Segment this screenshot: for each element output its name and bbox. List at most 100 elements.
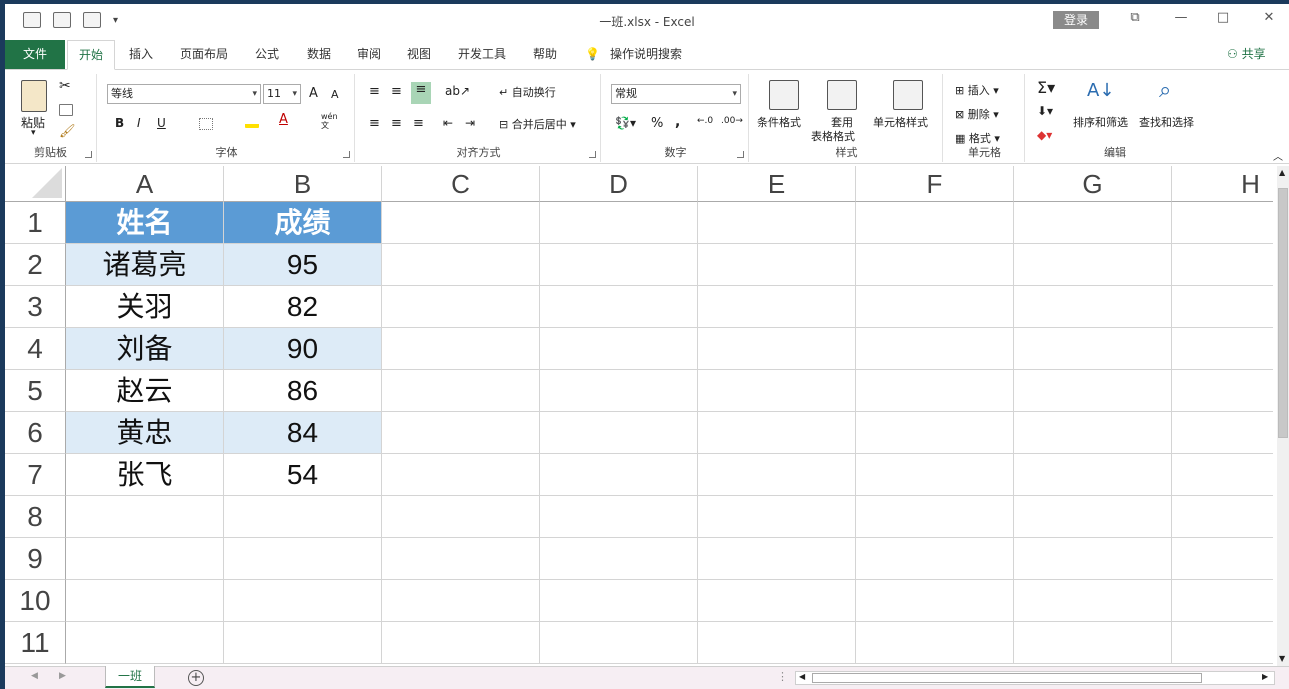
grid-cell[interactable] (856, 328, 1014, 370)
grid-cell[interactable] (1014, 496, 1172, 538)
tab-developer[interactable]: 开发工具 (451, 40, 513, 70)
row-header[interactable]: 1 (5, 202, 66, 244)
grid-cell[interactable] (698, 538, 856, 580)
paste-dropdown-icon[interactable]: ▾ (31, 128, 36, 138)
grid-cell[interactable] (66, 580, 224, 622)
scroll-right-icon[interactable]: ▶ (1262, 672, 1268, 681)
sheet-tab-active[interactable]: 一班 (105, 666, 155, 688)
table-header-cell[interactable]: 姓名 (66, 202, 224, 244)
copy-icon[interactable] (59, 104, 73, 116)
grid-cell[interactable] (540, 538, 698, 580)
grid-cell[interactable] (540, 412, 698, 454)
tab-home[interactable]: 开始 (67, 40, 115, 70)
conditional-format-icon[interactable] (769, 80, 799, 110)
grid-cell[interactable] (1014, 454, 1172, 496)
align-bottom-icon[interactable]: ≡ (411, 82, 431, 104)
grid-cell[interactable] (1172, 412, 1273, 454)
grid-cell[interactable] (382, 370, 540, 412)
grid-cell[interactable] (66, 496, 224, 538)
grid-cell[interactable] (382, 412, 540, 454)
grid-cell[interactable] (540, 286, 698, 328)
grid-cell[interactable] (224, 580, 382, 622)
grid-cell[interactable] (540, 244, 698, 286)
row-header[interactable]: 10 (5, 580, 66, 622)
decrease-decimal-icon[interactable]: .00→ (721, 116, 743, 126)
grid-cell[interactable] (856, 202, 1014, 244)
grid-cell[interactable] (1172, 538, 1273, 580)
grid-cell[interactable] (698, 412, 856, 454)
grid-cell[interactable] (1014, 580, 1172, 622)
tab-data[interactable]: 数据 (299, 40, 339, 70)
row-header[interactable]: 7 (5, 454, 66, 496)
number-format-select[interactable]: 常规 ▾ (611, 84, 741, 104)
grid-cell[interactable] (856, 496, 1014, 538)
grid-cell[interactable] (66, 538, 224, 580)
grid-cell[interactable] (382, 538, 540, 580)
grid-cell[interactable] (698, 496, 856, 538)
grid-cell[interactable] (382, 622, 540, 664)
font-grow-icon[interactable]: A (309, 86, 318, 101)
clipboard-launcher-icon[interactable] (85, 151, 92, 158)
grid-cell[interactable] (1172, 454, 1273, 496)
score-cell[interactable]: 82 (224, 286, 382, 328)
cell-styles-label[interactable]: 单元格样式 (873, 114, 928, 130)
column-header-e[interactable]: E (698, 166, 856, 202)
grid-cell[interactable] (382, 328, 540, 370)
number-launcher-icon[interactable] (737, 151, 744, 158)
grid-cell[interactable] (540, 454, 698, 496)
tab-help[interactable]: 帮助 (525, 40, 565, 70)
sort-filter-label[interactable]: 排序和筛选 (1073, 114, 1128, 130)
tab-page-layout[interactable]: 页面布局 (173, 40, 235, 70)
format-painter-icon[interactable]: 🖌 (59, 124, 76, 139)
align-middle-icon[interactable]: ≡ (391, 84, 402, 99)
name-cell[interactable]: 赵云 (66, 370, 224, 412)
grid-cell[interactable] (698, 328, 856, 370)
grid-cell[interactable] (856, 244, 1014, 286)
increase-indent-icon[interactable]: ⇥ (465, 116, 475, 130)
grid-cell[interactable] (224, 496, 382, 538)
vertical-scrollbar[interactable]: ▲ ▼ (1277, 166, 1289, 666)
grid-cell[interactable] (856, 454, 1014, 496)
grid-cell[interactable] (856, 370, 1014, 412)
row-header[interactable]: 6 (5, 412, 66, 454)
grid-cell[interactable] (382, 244, 540, 286)
name-cell[interactable]: 关羽 (66, 286, 224, 328)
scroll-left-icon[interactable]: ◀ (799, 672, 805, 681)
name-cell[interactable]: 诸葛亮 (66, 244, 224, 286)
align-center-icon[interactable]: ≡ (391, 116, 402, 131)
grid-cell[interactable] (382, 496, 540, 538)
tab-view[interactable]: 视图 (399, 40, 439, 70)
login-button[interactable]: 登录 (1053, 11, 1099, 29)
grid-cell[interactable] (1014, 202, 1172, 244)
grid-cell[interactable] (224, 538, 382, 580)
paste-icon[interactable] (21, 80, 47, 112)
grid-cell[interactable] (224, 622, 382, 664)
grid-cell[interactable] (540, 328, 698, 370)
grid-cell[interactable] (856, 538, 1014, 580)
score-cell[interactable]: 90 (224, 328, 382, 370)
grid-cell[interactable] (1014, 538, 1172, 580)
row-header[interactable]: 9 (5, 538, 66, 580)
column-header-g[interactable]: G (1014, 166, 1172, 202)
grid-cell[interactable] (540, 496, 698, 538)
grid-cell[interactable] (1172, 286, 1273, 328)
underline-button[interactable]: U (157, 116, 166, 130)
select-all-corner[interactable] (5, 166, 66, 202)
bold-button[interactable]: B (115, 116, 124, 130)
merge-center-button[interactable]: ⊟ 合并后居中 ▾ (499, 116, 576, 132)
grid-cell[interactable] (1014, 370, 1172, 412)
align-right-icon[interactable]: ≡ (413, 116, 424, 131)
grid-cell[interactable] (382, 202, 540, 244)
column-header-a[interactable]: A (66, 166, 224, 202)
score-cell[interactable]: 54 (224, 454, 382, 496)
row-header[interactable]: 2 (5, 244, 66, 286)
column-header-b[interactable]: B (224, 166, 382, 202)
ribbon-display-icon[interactable]: ⧉ (1125, 10, 1145, 25)
grid-cell[interactable] (698, 622, 856, 664)
grid-cell[interactable] (1014, 412, 1172, 454)
grid-cell[interactable] (1014, 244, 1172, 286)
find-select-label[interactable]: 查找和选择 (1139, 114, 1194, 130)
grid-cell[interactable] (856, 622, 1014, 664)
grid-cell[interactable] (540, 202, 698, 244)
grid-cell[interactable] (66, 622, 224, 664)
